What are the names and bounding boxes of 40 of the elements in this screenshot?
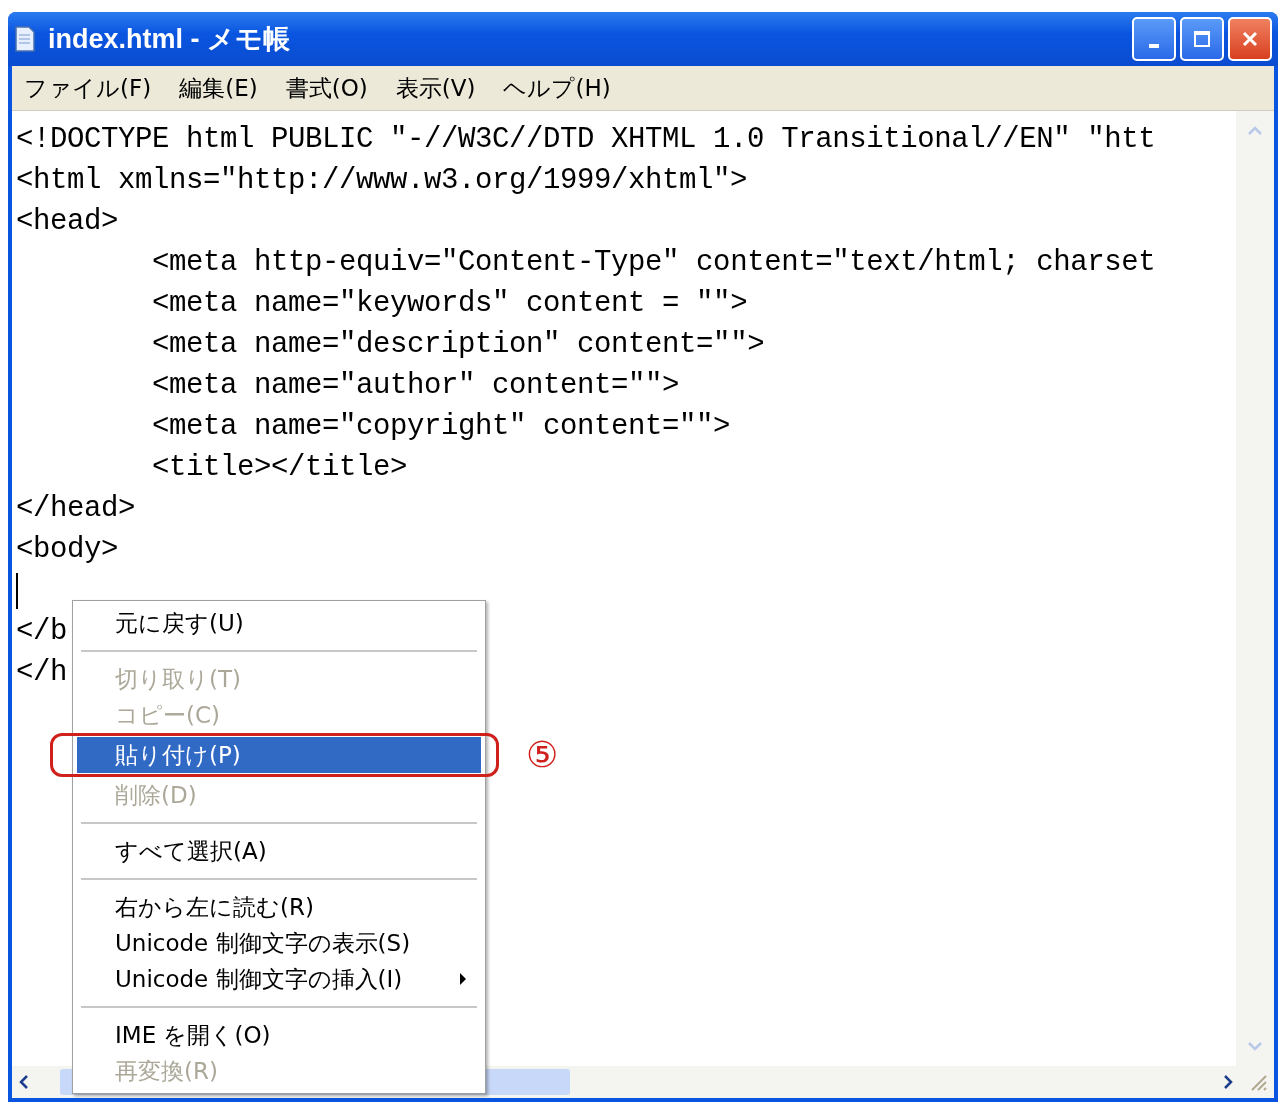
code-line: <body> — [16, 533, 119, 566]
code-line: <meta name="copyright" content=""> — [151, 410, 731, 443]
vertical-scrollbar[interactable] — [1236, 111, 1274, 1066]
code-line: <html xmlns="http://www.w3.org/1999/xhtml"> — [16, 164, 748, 197]
context-menu-item[interactable]: すべて選択(A) — [77, 833, 481, 869]
menu-bar-item[interactable]: ヘルプ(H) — [503, 72, 611, 104]
context-menu-item[interactable]: 右から左に読む(R) — [77, 889, 481, 925]
close-icon — [1241, 30, 1259, 48]
context-menu-item[interactable]: 貼り付け(P) — [77, 737, 481, 773]
code-line: <meta name="description" content=""> — [151, 328, 765, 361]
code-line: <meta name="keywords" content = ""> — [151, 287, 748, 320]
minimize-icon — [1149, 44, 1159, 48]
maximize-icon — [1193, 30, 1211, 48]
scroll-down-icon — [1246, 1040, 1264, 1052]
notepad-icon — [14, 25, 36, 53]
scroll-up-icon — [1246, 125, 1264, 137]
code-line: <meta name="author" content=""> — [151, 369, 680, 402]
context-menu-item[interactable]: IME を開く(O) — [77, 1017, 481, 1053]
window-title: index.html - メモ帳 — [48, 23, 290, 56]
menu-bar-item[interactable]: 編集(E) — [179, 72, 258, 104]
minimize-button[interactable] — [1132, 17, 1176, 61]
scroll-right-icon — [1222, 1073, 1234, 1091]
code-line: <head> — [16, 205, 119, 238]
context-menu-item[interactable]: Unicode 制御文字の挿入(I) — [77, 961, 481, 997]
code-line: <meta http-equiv="Content-Type" content="text/html; charset — [151, 246, 1156, 279]
close-button[interactable] — [1228, 17, 1272, 61]
code-line: </h — [16, 656, 67, 689]
menu-bar-item[interactable]: 書式(O) — [285, 72, 368, 104]
code-line: </head> — [16, 492, 136, 525]
code-line: <title></title> — [151, 451, 408, 484]
step-number: ⑤ — [526, 734, 559, 775]
code-line: </b — [16, 615, 67, 648]
menu-bar-item[interactable]: ファイル(F) — [24, 72, 152, 104]
context-menu-item[interactable]: Unicode 制御文字の表示(S) — [77, 925, 481, 961]
code-line: <!DOCTYPE html PUBLIC "-//W3C//DTD XHTML 1.0 Transitional//EN" "htt — [16, 123, 1156, 156]
maximize-button[interactable] — [1180, 17, 1224, 61]
scroll-left-icon — [18, 1073, 30, 1091]
submenu-arrow-icon — [459, 972, 467, 986]
context-menu-item[interactable]: 元に戻す(U) — [77, 605, 481, 641]
menu-bar-item[interactable]: 表示(V) — [395, 72, 476, 104]
